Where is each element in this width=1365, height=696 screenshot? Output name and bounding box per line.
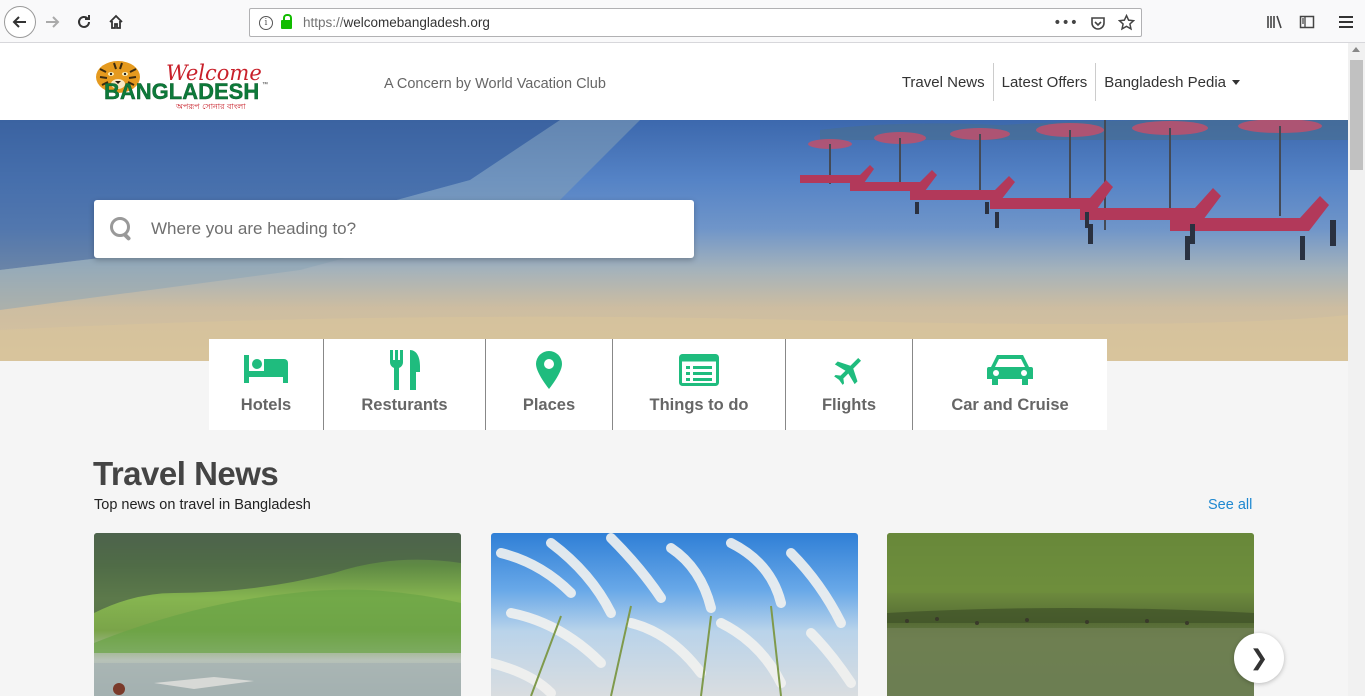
page-scrollbar[interactable] [1348, 43, 1365, 696]
site-header: Welcome BANGLADESH ™ অপরূপ সোনার বাংলা A… [0, 43, 1348, 120]
library-icon[interactable] [1263, 10, 1287, 34]
category-label: Car and Cruise [951, 396, 1069, 414]
reload-button[interactable] [70, 8, 98, 36]
category-label: Flights [821, 396, 877, 414]
nav-travel-news[interactable]: Travel News [894, 63, 993, 101]
search-icon [109, 216, 135, 242]
arrow-right-icon [46, 16, 60, 28]
hamburger-menu-icon[interactable] [1334, 10, 1358, 34]
search-bar[interactable] [94, 200, 694, 258]
category-places[interactable]: Places [486, 339, 613, 430]
list-icon [679, 348, 719, 392]
url-scheme: https:// [303, 15, 344, 30]
nav-bangladesh-pedia-label: Bangladesh Pedia [1104, 73, 1226, 91]
home-button[interactable] [102, 8, 130, 36]
search-input[interactable] [151, 219, 651, 239]
category-label: Places [522, 396, 576, 414]
reload-icon [78, 15, 90, 28]
url-text[interactable]: https://welcomebangladesh.org [303, 15, 490, 30]
back-button[interactable] [4, 6, 36, 38]
category-label: Resturants [361, 396, 448, 414]
nav-latest-offers[interactable]: Latest Offers [994, 63, 1096, 101]
car-icon [987, 348, 1033, 392]
sidebar-toggle-icon[interactable] [1295, 10, 1319, 34]
caret-down-icon [1232, 79, 1240, 85]
url-host: welcomebangladesh.org [343, 15, 490, 30]
cutlery-icon [388, 348, 422, 392]
nav-bangladesh-pedia[interactable]: Bangladesh Pedia [1096, 63, 1248, 101]
category-label: Hotels [240, 396, 292, 414]
category-things-to-do[interactable]: Things to do [613, 339, 786, 430]
bookmark-star-icon[interactable] [1118, 14, 1135, 31]
kash-flower-image [491, 533, 856, 696]
logo-bangladesh-text: BANGLADESH [104, 79, 259, 104]
river-landscape-image [887, 533, 1254, 696]
site-tagline: A Concern by World Vacation Club [384, 76, 606, 92]
scroll-up-arrow-icon[interactable] [1352, 47, 1360, 52]
category-car-and-cruise[interactable]: Car and Cruise [913, 339, 1107, 430]
green-hills-image [94, 533, 461, 696]
pocket-icon[interactable] [1090, 15, 1106, 31]
carousel-next-button[interactable]: ❯ [1234, 633, 1284, 683]
scrollbar-thumb[interactable] [1350, 60, 1363, 170]
category-resturants[interactable]: Resturants [324, 339, 486, 430]
plane-icon [833, 348, 865, 392]
news-card-image[interactable] [491, 533, 858, 696]
category-bar: Hotels Resturants Places Things to do Fl… [209, 339, 1107, 430]
arrow-left-icon [12, 16, 26, 28]
bed-icon [243, 348, 289, 392]
logo-bengali-text: অপরূপ সোনার বাংলা [175, 102, 246, 111]
forward-button[interactable] [38, 8, 66, 36]
lock-icon[interactable] [281, 14, 292, 29]
news-card-image[interactable] [887, 533, 1254, 696]
news-card-image[interactable] [94, 533, 461, 696]
info-icon[interactable]: i [259, 15, 273, 30]
travel-news-subtitle: Top news on travel in Bangladesh [94, 497, 311, 513]
site-logo[interactable]: Welcome BANGLADESH ™ অপরূপ সোনার বাংলা [94, 55, 274, 111]
map-marker-icon [536, 348, 562, 392]
category-flights[interactable]: Flights [786, 339, 913, 430]
chevron-right-icon: ❯ [1249, 645, 1269, 671]
page-actions-icon[interactable]: ••• [1053, 15, 1078, 31]
category-label: Things to do [649, 396, 749, 414]
travel-news-heading: Travel News [93, 455, 279, 492]
main-nav: Travel News Latest Offers Bangladesh Ped… [894, 63, 1248, 101]
category-hotels[interactable]: Hotels [209, 339, 324, 430]
home-icon [109, 14, 123, 29]
svg-text:™: ™ [262, 81, 268, 88]
address-bar-actions: ••• [1053, 14, 1135, 31]
address-bar[interactable]: i https://welcomebangladesh.org ••• [249, 8, 1142, 37]
see-all-link[interactable]: See all [1208, 497, 1252, 513]
browser-toolbar: i https://welcomebangladesh.org ••• [0, 0, 1365, 43]
